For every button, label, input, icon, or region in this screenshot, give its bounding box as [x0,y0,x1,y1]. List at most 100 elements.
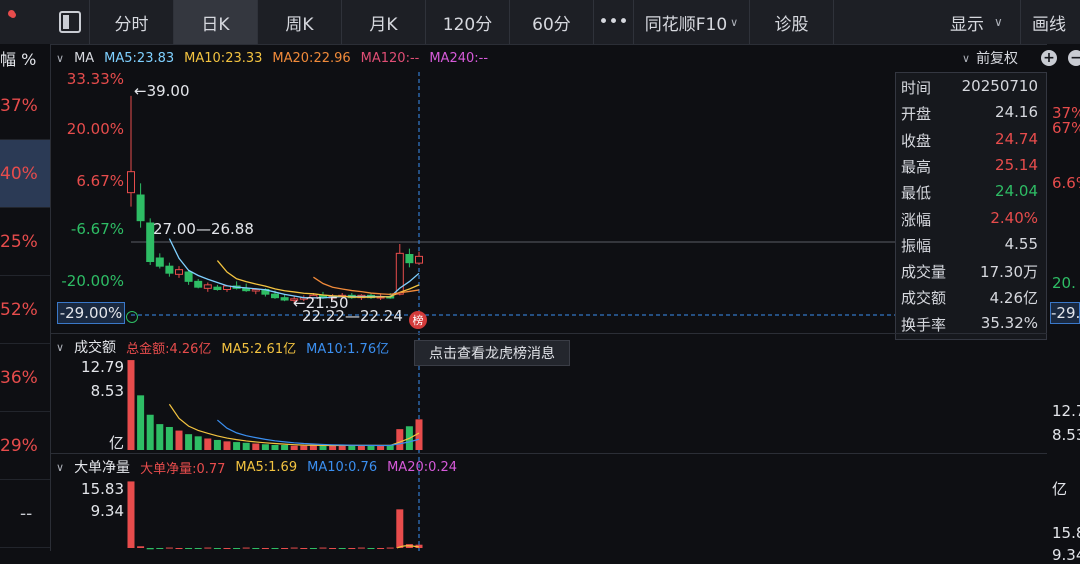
chevron-down-icon[interactable]: ∨ [56,461,64,474]
amount-panel-title[interactable]: 成交额 [74,337,116,357]
dragon-tiger-badge[interactable]: 榜 [409,311,427,329]
tooltip-value: 20250710 [961,77,1038,95]
candle-body [271,293,279,299]
tooltip-key: 收盘 [901,131,932,150]
netflow-bar [261,548,269,549]
netflow-bar [348,548,356,549]
tooltip-row: 振幅 4.55 [896,235,1048,261]
candle-body [184,271,193,282]
tooltip-value: 35.32% [980,313,1038,332]
amount-bar [146,414,154,450]
tooltip-value: 4.55 [1004,234,1038,253]
amount-bar [213,439,221,450]
tooltip-key: 成交量 [901,263,947,282]
amount-bar [348,445,356,450]
netflow-bar [156,548,164,549]
amount-bar [367,445,375,450]
tooltip-key: 时间 [901,79,932,97]
tooltip-row: 涨幅 2.40% [896,209,1048,235]
netflow-bar [338,548,346,549]
netflow-ma10: MA10:0.76 [307,459,378,475]
amount-y-label: 12.79 [81,358,124,376]
candle-body [175,269,183,275]
ma10-line [216,260,420,298]
amount-bar [300,445,308,450]
amount-panel-header: ∨ 成交额 总金额:4.26亿 MA5:2.61亿 MA10:1.76亿 [56,334,399,360]
tooltip-row: 开盘 24.16 [896,103,1048,129]
amount-ma5: MA5:2.61亿 [221,341,297,357]
netflow-ma5: MA5:1.69 [235,459,298,475]
tooltip-row: 收盘 24.74 [896,130,1048,156]
netflow-bar [271,548,279,549]
tooltip-row: 换手率 35.32% [896,314,1048,340]
netflow-panel-title[interactable]: 大单净量 [74,457,130,477]
tooltip-key: 涨幅 [901,210,932,229]
tooltip-key: 振幅 [901,236,932,255]
netflow-bar [396,509,404,548]
chevron-down-icon[interactable]: ∨ [56,341,64,354]
amount-bar [233,442,241,450]
tooltip-key: 成交额 [901,289,947,308]
netflow-bar [281,548,289,549]
tooltip-row: 时间 20250710 [896,77,1048,103]
netflow-bar [204,547,212,549]
netflow-bar [319,547,327,549]
netflow-bar [194,548,202,549]
candle-body [203,284,212,289]
amount-bar [271,444,279,450]
netflow-bar [213,548,221,549]
netflow-bar [252,548,260,549]
amount-bar [396,429,404,450]
amount-bar [175,430,183,450]
netflow-bar [165,547,173,549]
tooltip-row: 最高 25.14 [896,156,1048,182]
amount-bar [290,445,298,450]
candle-body [155,257,164,267]
amount-bar [319,445,327,450]
candle-body [213,286,222,290]
tooltip-value: 2.40% [990,208,1038,227]
netflow-bar [242,547,250,549]
tooltip-key: 开盘 [901,105,932,124]
netflow-bar [329,548,337,549]
netflow-bar [223,548,231,549]
candle-body [127,171,135,194]
tooltip-value: 24.04 [995,182,1038,201]
ohlc-tooltip: 时间 20250710 开盘 24.16 收盘 24.74 最高 25.14 最低 24.04 涨幅… [895,72,1047,340]
tooltip-key: 最低 [901,184,932,203]
amount-bar [281,444,289,450]
tooltip-value: 24.16 [995,103,1038,122]
tooltip-row: 最低 24.04 [896,182,1048,208]
amount-bar [252,443,260,450]
netflow-bar [300,548,308,549]
netflow-ma20: MA20:0.24 [387,459,458,475]
candle-body [280,297,289,301]
tooltip-value: 17.30万 [980,263,1038,282]
ma5-line [168,238,420,299]
amount-y-label: 8.53 [90,382,124,400]
netflow-panel-header: ∨ 大单净量 大单净量:0.77 MA5:1.69 MA10:0.76 MA20… [56,454,467,480]
netflow-bar [137,546,145,548]
amount-bar [204,438,212,450]
amount-bar [261,444,269,450]
amount-ma10: MA10:1.76亿 [306,341,390,357]
netflow-bar [309,548,317,549]
netflow-bar [386,547,394,549]
tooltip-value: 24.74 [995,129,1038,148]
netflow-y-label: 9.34 [90,502,124,520]
amount-bar [223,441,231,450]
amount-bar [156,424,164,450]
range-annotation: 27.00—26.88 [153,220,254,238]
netflow-y-label: 15.83 [81,480,124,498]
candle-body [405,254,414,264]
netflow-bar [377,548,385,549]
netflow-bar [357,547,365,549]
amount-y-unit: 亿 [108,434,124,452]
tooltip-key: 最高 [901,157,932,176]
start-marker-icon [126,311,138,323]
tooltip-row: 成交额 4.26亿 [896,287,1048,313]
netflow-bar [185,548,193,549]
tooltip-key: 换手率 [901,315,947,334]
candle-body [251,289,260,292]
candle-body [415,255,423,264]
